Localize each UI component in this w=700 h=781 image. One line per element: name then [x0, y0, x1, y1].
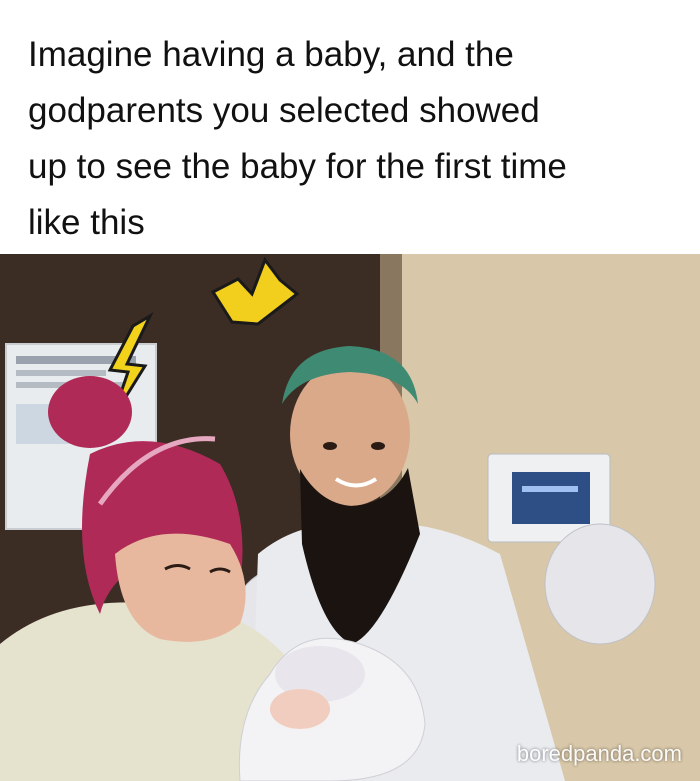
watermark: boredpanda.com [516, 741, 682, 766]
caption-line-1: Imagine having a baby, and the [28, 35, 514, 74]
photo-illustration [0, 254, 700, 781]
meme-photo: boredpanda.com [0, 254, 700, 781]
caption-line-4: like this [28, 203, 145, 242]
meme-caption: Imagine having a baby, and the godparent… [28, 27, 678, 251]
caption-line-2: godparents you selected showed [28, 91, 540, 130]
caption-line-3: up to see the baby for the first time [28, 147, 567, 186]
